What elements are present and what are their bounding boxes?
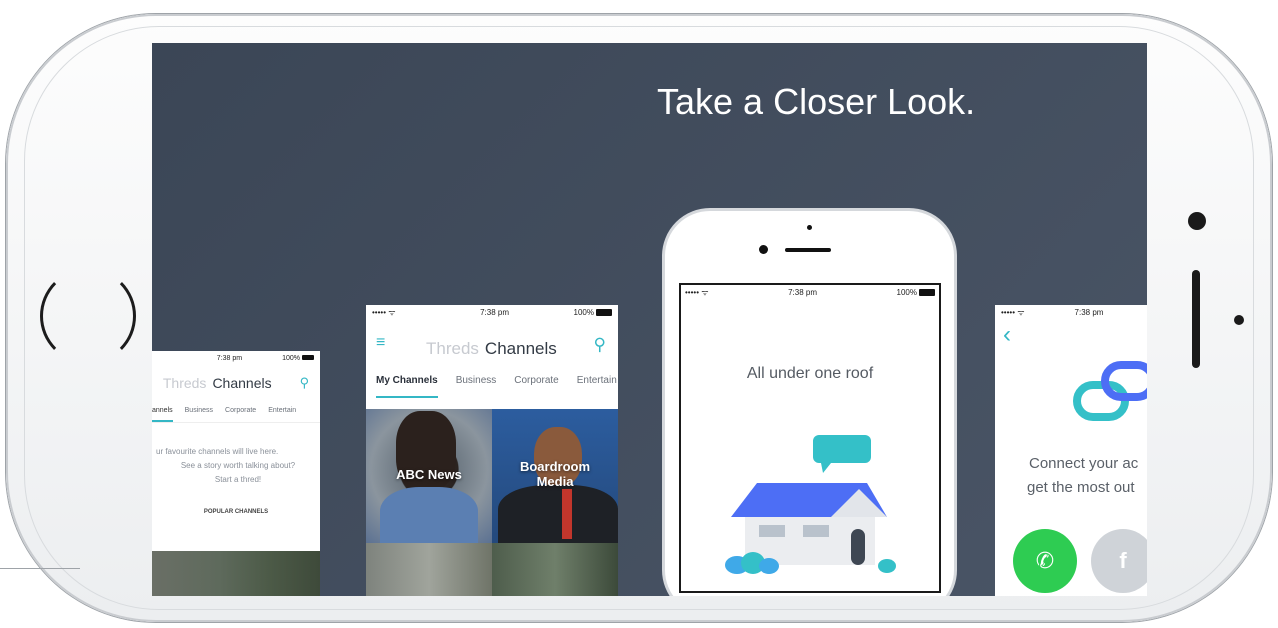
status-signal: ••••• ᯤ <box>372 307 396 317</box>
phone-onboarding-device: ••••• ᯤ 7:38 pm 100% All under one roof <box>662 208 957 596</box>
onboarding-screen: ••••• ᯤ 7:38 pm 100% All under one roof <box>679 283 941 593</box>
status-time: 7:38 pm <box>216 354 243 362</box>
onboarding-message: All under one roof <box>746 365 874 382</box>
tab-business[interactable]: Business <box>185 407 213 422</box>
app-title-faded: Threds <box>426 339 479 358</box>
speech-bubble-tail <box>821 463 831 473</box>
channel-photo-suit <box>498 485 618 543</box>
status-signal: ••••• ᯤ <box>685 287 709 297</box>
status-battery: 100% <box>282 355 314 362</box>
status-battery: 100% <box>897 288 935 297</box>
app-title-faded: Threds <box>162 375 207 391</box>
tab-my-channels[interactable]: My Channels <box>376 375 438 398</box>
app-title: Channels <box>212 375 272 391</box>
speech-bubble-icon <box>813 435 871 463</box>
empty-state-line2: See a story worth talking about? <box>180 461 296 470</box>
channel-tile-label: ABC News <box>396 467 462 482</box>
connect-text-line1: Connect your ac <box>1029 455 1139 472</box>
channel-tile-abc-news[interactable]: ABC News <box>366 409 492 543</box>
status-battery: 100% <box>574 308 612 317</box>
facebook-icon: f <box>1119 548 1127 573</box>
connect-text-line2: get the most out <box>1027 479 1135 496</box>
proximity-sensor <box>1234 315 1244 325</box>
search-icon[interactable]: ⚲ <box>594 335 606 355</box>
tab-business[interactable]: Business <box>456 375 497 398</box>
front-camera <box>1188 212 1206 230</box>
phone-screen-channels-empty: 7:38 pm 100% Threds Channels ⚲ annels Bu… <box>152 351 320 596</box>
empty-state-line3: Start a thred! <box>214 475 262 484</box>
link-chain-icon <box>1073 361 1147 421</box>
status-time: 7:38 pm <box>1074 307 1104 317</box>
phone-connect-button[interactable]: ✆ <box>1013 529 1077 593</box>
app-title: Channels <box>484 339 557 358</box>
tab-my-channels[interactable]: annels <box>152 407 173 422</box>
bush-icon <box>759 558 779 574</box>
home-button[interactable] <box>40 268 136 364</box>
channel-photo-shirt <box>380 487 478 543</box>
front-camera <box>807 225 812 230</box>
channel-tile-boardroom-media[interactable]: Boardroom Media <box>492 409 618 543</box>
front-sensor <box>759 245 768 254</box>
channel-photo-tie <box>562 489 572 539</box>
house-window <box>803 525 829 537</box>
tab-corporate[interactable]: Corporate <box>225 407 256 422</box>
phone-screen-connect: ••••• ᯤ 7:38 pm ‹ Connect your ac get th… <box>995 305 1147 596</box>
channel-tile-label: Boardroom Media <box>519 459 591 489</box>
house-window <box>759 525 785 537</box>
page-headline: Take a Closer Look. <box>657 81 976 122</box>
frame-edge-line <box>0 568 80 569</box>
house-illustration <box>725 435 896 574</box>
status-signal: ••••• ᯤ <box>1001 307 1025 317</box>
menu-icon[interactable]: ≡ <box>376 335 385 351</box>
back-button[interactable]: ‹ <box>1003 321 1011 349</box>
tab-corporate[interactable]: Corporate <box>514 375 558 398</box>
device-screen: Take a Closer Look. 7:38 pm 100% Threds … <box>152 43 1147 596</box>
popular-channels-thumbnail[interactable] <box>152 551 320 596</box>
status-time: 7:38 pm <box>788 287 817 297</box>
earpiece-speaker <box>785 248 831 252</box>
phone-screen-my-channels: ••••• ᯤ 7:38 pm 100% ≡ Threds Channels ⚲… <box>366 305 618 596</box>
status-time: 7:38 pm <box>480 307 509 317</box>
search-icon[interactable]: ⚲ <box>300 375 310 391</box>
facebook-connect-button[interactable]: f <box>1091 529 1147 593</box>
channel-tile-4[interactable] <box>492 543 618 596</box>
tab-entertainment[interactable]: Entertain <box>577 375 617 398</box>
phone-icon: ✆ <box>1035 548 1055 573</box>
popular-channels-heading: POPULAR CHANNELS <box>203 509 269 515</box>
house-door <box>851 529 865 565</box>
earpiece-speaker <box>1192 270 1200 368</box>
tab-entertainment[interactable]: Entertain <box>268 407 296 422</box>
channel-tile-3[interactable] <box>366 543 492 596</box>
bush-icon <box>878 559 896 573</box>
empty-state-line1: ur favourite channels will live here. <box>156 447 279 456</box>
